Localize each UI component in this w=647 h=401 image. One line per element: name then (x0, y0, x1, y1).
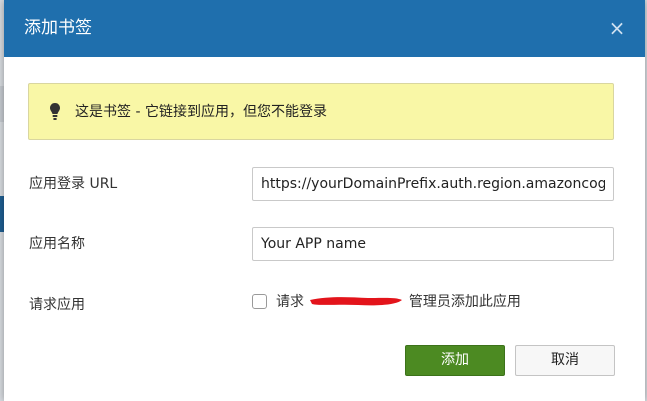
alert-message: 这是书签 - 它链接到应用，但您不能登录 (75, 104, 327, 120)
app-url-label: 应用登录 URL (29, 176, 118, 192)
app-name-input[interactable] (252, 227, 614, 261)
app-name-label: 应用名称 (29, 236, 85, 252)
add-bookmark-dialog: 添加书签 × 这是书签 - 它链接到应用，但您不能登录 应用登录 URL 应用名… (4, 0, 645, 401)
app-url-input[interactable] (252, 167, 614, 201)
dialog-header: 添加书签 × (4, 0, 645, 57)
request-app-label: 请求应用 (29, 297, 85, 313)
redaction-mark (310, 297, 403, 306)
dialog-title: 添加书签 (24, 18, 92, 38)
request-prefix-text: 请求 (276, 294, 304, 310)
add-button[interactable]: 添加 (405, 345, 505, 376)
cancel-button[interactable]: 取消 (515, 345, 615, 376)
request-app-checkbox[interactable] (252, 294, 267, 309)
request-app-checkbox-label[interactable]: 请求 管理员添加此应用 (276, 292, 521, 312)
request-suffix-text: 管理员添加此应用 (408, 294, 521, 310)
close-icon[interactable]: × (607, 16, 627, 40)
info-alert: 这是书签 - 它链接到应用，但您不能登录 (28, 83, 614, 140)
lightbulb-icon (50, 103, 60, 120)
